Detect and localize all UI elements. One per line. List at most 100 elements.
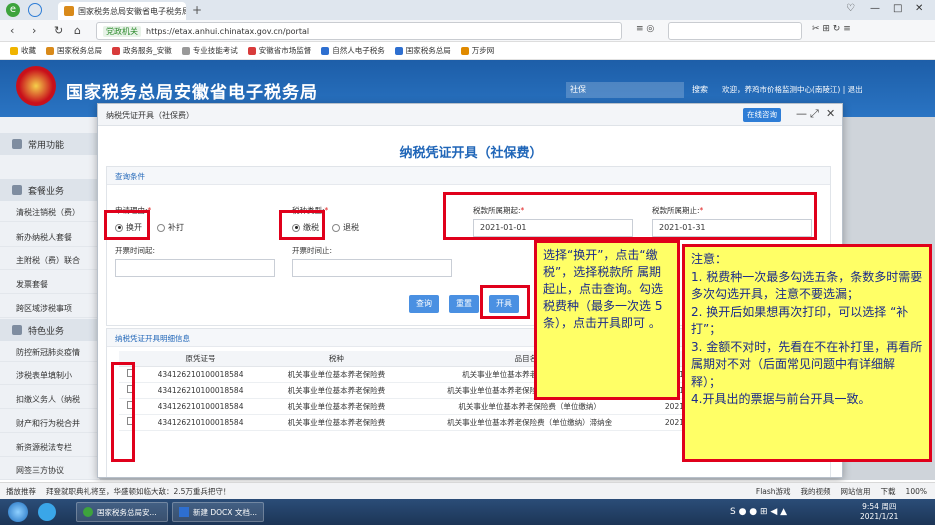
sidebar-section-special[interactable]: 特色业务 — [0, 319, 100, 341]
address-url: https://etax.anhui.chinatax.gov.cn/porta… — [146, 26, 310, 36]
reason-radio-reprint[interactable]: 补打 — [157, 222, 184, 233]
close-window-icon[interactable]: ✕ — [915, 3, 923, 14]
status-news[interactable]: 拜登就职典礼将至，华盛顿如临大敌：2.5万重兵把守！ — [46, 486, 230, 497]
home-icon[interactable]: ⌂ — [74, 24, 81, 37]
sidebar-item[interactable]: 扣缴义务人（纳税 — [0, 390, 100, 409]
close-icon[interactable]: ✕ — [826, 107, 835, 120]
issue-start-input[interactable] — [115, 259, 275, 277]
favorite-window-icon[interactable]: ♡ — [846, 3, 855, 14]
address-dropdown-icon[interactable]: ≡ ◎ — [636, 24, 654, 34]
sidebar-item[interactable]: 新办纳税人套餐 — [0, 228, 100, 247]
sidebar-section-tax[interactable]: 套餐业务 — [0, 179, 100, 201]
browser-icon — [83, 507, 93, 517]
site-title: 国家税务总局安徽省电子税务局 — [66, 83, 318, 103]
cell-item-name: 机关事业单位基本养老保险费（单位缴纳） — [414, 398, 645, 415]
bookmark-item[interactable]: 国家税务总局 — [394, 45, 451, 56]
site-favicon-icon — [247, 46, 256, 55]
issue-end-label: 开票时间止: — [292, 246, 333, 255]
bookmark-item[interactable]: 安徽省市场监督 — [247, 45, 311, 56]
table-row[interactable]: 434126210100018584 机关事业单位基本养老保险费 机关事业单位基… — [119, 414, 729, 431]
sidebar-item[interactable]: 防控新冠肺炎疫情 — [0, 343, 100, 362]
site-favicon-icon — [321, 46, 330, 55]
tab-etax[interactable]: 国家税务总局安徽省电子税务局 × — [58, 2, 186, 20]
table-header-cell: 税种 — [257, 351, 415, 367]
status-flash[interactable]: Flash游戏 — [756, 486, 791, 497]
sidebar-item[interactable]: 发票套餐 — [0, 275, 100, 294]
site-favicon-icon — [46, 46, 54, 55]
browser-nav-bar: ‹ › ↻ ⌂ 党政机关 https://etax.anhui.chinatax… — [0, 20, 935, 42]
back-icon[interactable]: ‹ — [10, 24, 14, 37]
tab-favicon-icon — [64, 6, 74, 16]
taskbar-window-doc[interactable]: 新建 DOCX 文档... — [172, 502, 264, 522]
pinned-app-icon[interactable] — [38, 503, 56, 521]
bookmark-item[interactable]: 万步网 — [460, 45, 494, 56]
refresh-icon[interactable]: ↻ — [54, 24, 63, 37]
status-zoom[interactable]: 100% — [906, 487, 927, 496]
welcome-text: 欢迎，养鸡市价格监测中心(南陵江) | 退出 — [722, 85, 863, 94]
sidebar-item[interactable]: 跨区域涉税事项 — [0, 299, 100, 318]
kind-radio-refund[interactable]: 退税 — [332, 222, 359, 233]
browser-tab-bar: e 国家税务总局安徽省电子税务局 × + ♡ — □ ✕ — [0, 0, 935, 20]
table-header-cell: 原凭证号 — [143, 351, 258, 367]
clock-time: 9:54 周四 — [862, 502, 897, 511]
site-search-button[interactable]: 搜索 — [686, 82, 714, 98]
issue-end-input[interactable] — [292, 259, 452, 277]
status-video[interactable]: 我的视频 — [801, 486, 831, 497]
bookmark-item[interactable]: 政务服务_安徽 — [112, 45, 172, 56]
highlight-reason — [104, 210, 150, 240]
clock-date: 2021/1/21 — [860, 512, 899, 521]
sidebar-item[interactable]: 清税注销税（费） — [0, 203, 100, 222]
tools-icon[interactable]: ✂ ⊞ ↻ ≡ — [812, 24, 851, 34]
online-service-button[interactable]: 在线咨询 — [743, 108, 781, 122]
secure-badge: 党政机关 — [103, 25, 141, 37]
table-row[interactable]: 434126210100018584 机关事业单位基本养老保险费 机关事业单位基… — [119, 398, 729, 415]
bookmark-item[interactable]: 专业技能考试 — [181, 45, 238, 56]
taskbar-window-browser[interactable]: 国家税务总局安... — [76, 502, 168, 522]
clock[interactable]: 9:54 周四 2021/1/21 — [860, 502, 898, 522]
sidebar-item[interactable]: 主附税（费）联合 — [0, 251, 100, 270]
start-button-icon[interactable] — [8, 502, 28, 522]
cell-voucher-no: 434126210100018584 — [143, 366, 258, 383]
bookmark-item[interactable]: 收藏 — [10, 45, 36, 56]
sidebar-item[interactable]: 新资源税法专栏 — [0, 438, 100, 457]
address-bar[interactable]: 党政机关 https://etax.anhui.chinatax.gov.cn/… — [96, 22, 622, 40]
highlight-issue-button — [480, 285, 530, 319]
query-button[interactable]: 查询 — [409, 295, 439, 313]
maximize-icon[interactable]: □ — [893, 3, 902, 14]
browser-status-bar: 播放推荐 拜登就职典礼将至，华盛顿如临大敌：2.5万重兵把守！ Flash游戏 … — [0, 482, 935, 499]
required-mark: * — [324, 206, 329, 215]
document-icon — [179, 507, 189, 517]
sidebar-item[interactable]: 涉税表单填制小 — [0, 366, 100, 385]
tab-title: 国家税务总局安徽省电子税务局 — [78, 6, 186, 16]
sidebar-item[interactable]: 财产和行为税合并 — [0, 414, 100, 433]
forward-icon[interactable]: › — [32, 24, 36, 37]
new-tab-button[interactable]: + — [192, 3, 202, 17]
status-credit[interactable]: 网站信用 — [841, 486, 871, 497]
minimize-icon[interactable]: — — [796, 107, 807, 120]
star-icon — [10, 46, 18, 55]
tray-icons[interactable]: S ● ● ⊞ ◀ ▲ — [730, 507, 787, 517]
cell-tax-type: 机关事业单位基本养老保险费 — [257, 414, 415, 431]
radio-icon — [157, 223, 165, 232]
bookmark-item[interactable]: 国家税务总局 — [46, 45, 102, 56]
grid-icon — [12, 325, 22, 335]
cell-voucher-no: 434126210100018584 — [143, 382, 258, 399]
browser-logo-icon: e — [6, 3, 20, 17]
cell-tax-type: 机关事业单位基本养老保险费 — [257, 382, 415, 399]
bookmark-item[interactable]: 自然人电子税务 — [321, 45, 385, 56]
status-recommend[interactable]: 播放推荐 — [6, 486, 36, 497]
instruction-callout: 选择“换开”，点击“缴税”，选择税款所 属期起止，点击查询。勾选税费种（最多一次… — [534, 240, 680, 400]
sidebar-item[interactable]: 网签三方协议 — [0, 461, 100, 480]
bookmarks-bar: 收藏 国家税务总局 政务服务_安徽 专业技能考试 安徽省市场监督 自然人电子税务… — [0, 42, 935, 60]
browser-search-input[interactable] — [668, 22, 802, 40]
status-download[interactable]: 下载 — [881, 486, 896, 497]
minimize-icon[interactable]: — — [870, 3, 880, 14]
notes-callout: 注意： 1. 税费种一次最多勾选五条，条数多时需要多次勾选开具，注意不要选漏； … — [682, 244, 932, 462]
sidebar: 常用功能 套餐业务 清税注销税（费） 新办纳税人套餐 主附税（费）联合 发票套餐… — [0, 117, 100, 480]
reset-button[interactable]: 重置 — [449, 295, 479, 313]
sidebar-section-common[interactable]: 常用功能 — [0, 133, 100, 155]
site-search-input[interactable]: 社保 — [566, 82, 684, 98]
maximize-icon[interactable]: ⤢ — [810, 107, 819, 121]
cell-tax-type: 机关事业单位基本养老保险费 — [257, 398, 415, 415]
history-icon[interactable] — [28, 3, 42, 17]
